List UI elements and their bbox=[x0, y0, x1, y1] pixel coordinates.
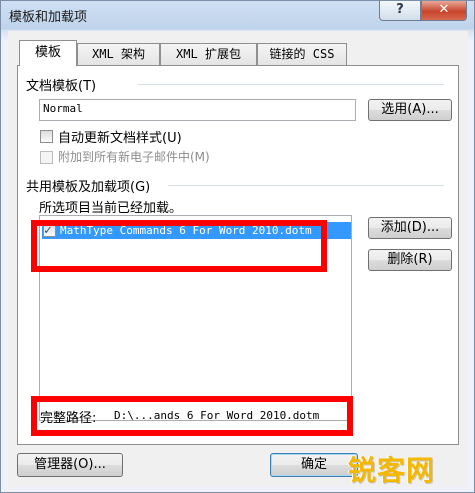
list-item[interactable]: ✓ MathType Commands 6 For Word 2010.dotm bbox=[42, 222, 351, 239]
dialog-window: 模板和加载项 ? ✕ 模板 XML 架构 XML 扩展包 链接的 CSS 文档模… bbox=[0, 0, 475, 493]
attach-all-label: 附加到所有新电子邮件中(M) bbox=[58, 150, 210, 164]
loaded-items-caption: 所选项目当前已经加载。 bbox=[39, 201, 183, 216]
dialog-client-area: 模板 XML 架构 XML 扩展包 链接的 CSS 文档模板(T) Normal… bbox=[8, 31, 468, 487]
document-template-heading: 文档模板(T) bbox=[26, 79, 97, 94]
watermark-text: 锐客网 bbox=[348, 454, 436, 487]
organizer-button[interactable]: 管理器(O)... bbox=[17, 453, 123, 477]
section-divider bbox=[138, 84, 444, 85]
close-button[interactable]: ✕ bbox=[421, 1, 467, 21]
tab-linked-css[interactable]: 链接的 CSS bbox=[257, 43, 347, 65]
attach-all-checkbox[interactable] bbox=[40, 151, 53, 164]
global-templates-list[interactable]: ▔ ▔▔ ▔ ▔▔▔ ▔▔ ▔ ▔▔▔▔ ▔ ▔ ▔▔ ✓ MathType C… bbox=[39, 215, 352, 421]
remove-template-button[interactable]: 删除(R) bbox=[368, 249, 452, 271]
auto-update-label: 自动更新文档样式(U) bbox=[58, 131, 182, 146]
tab-templates[interactable]: 模板 bbox=[19, 40, 77, 66]
tab-xml-schema[interactable]: XML 架构 bbox=[77, 43, 160, 65]
auto-update-checkbox[interactable] bbox=[40, 130, 53, 143]
window-title: 模板和加载项 bbox=[9, 10, 88, 25]
global-templates-heading: 共用模板及加载项(G) bbox=[26, 180, 151, 195]
addin-checkbox[interactable]: ✓ bbox=[43, 223, 56, 238]
select-template-button[interactable]: 选用(A)... bbox=[368, 99, 452, 121]
tab-xml-expansion-packs[interactable]: XML 扩展包 bbox=[160, 43, 257, 65]
check-mark-icon: ✓ bbox=[44, 223, 52, 238]
add-template-button[interactable]: 添加(D)... bbox=[368, 217, 452, 239]
list-item-label: MathType Commands 6 For Word 2010.dotm bbox=[60, 224, 312, 237]
help-button[interactable]: ? bbox=[379, 1, 421, 21]
list-item-partial: ▔ ▔▔ ▔ ▔▔▔ ▔▔ ▔ ▔▔▔▔ ▔ ▔ ▔▔ bbox=[42, 216, 342, 222]
section-divider bbox=[168, 185, 444, 186]
tab-panel-templates: 文档模板(T) Normal 选用(A)... 自动更新文档样式(U) 附加到所… bbox=[17, 65, 459, 445]
watermark-logo: 锐客网 bbox=[344, 447, 464, 487]
full-path-label: 完整路径: bbox=[40, 411, 97, 426]
title-bar[interactable]: 模板和加载项 ? ✕ bbox=[1, 1, 474, 29]
full-path-value: D:\...ands 6 For Word 2010.dotm bbox=[114, 409, 320, 422]
document-template-field[interactable]: Normal bbox=[39, 99, 356, 121]
